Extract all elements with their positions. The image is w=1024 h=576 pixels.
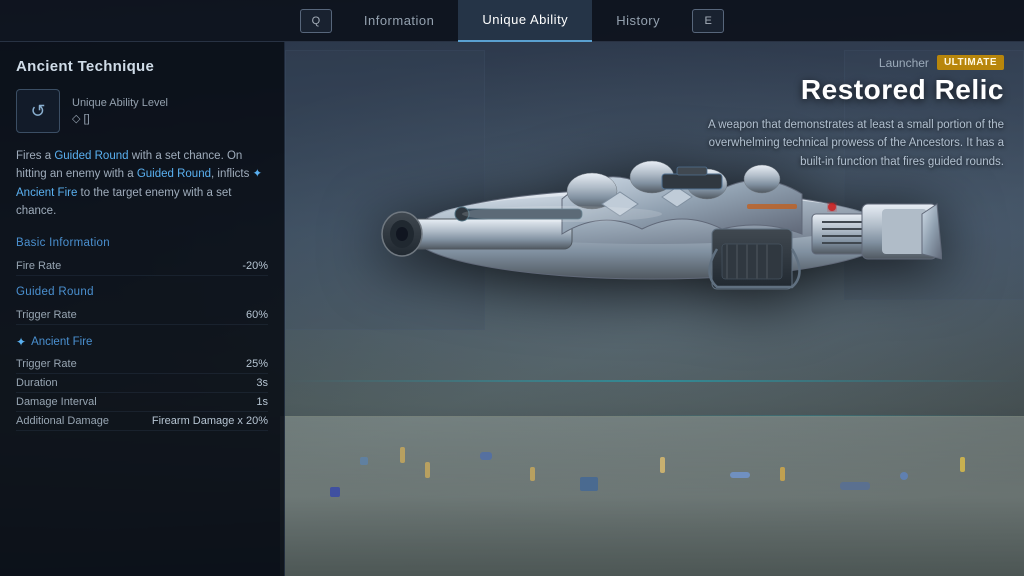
fire-rate-label: Fire Rate [16, 260, 61, 272]
debris-4 [480, 452, 492, 460]
tab-history[interactable]: History [592, 0, 684, 42]
additional-damage-value: Firearm Damage x 20% [152, 415, 268, 427]
trigger-rate-1-value: 60% [246, 309, 268, 321]
ultimate-badge: Ultimate [937, 55, 1004, 70]
key-e[interactable]: E [692, 9, 724, 33]
damage-interval-label: Damage Interval [16, 396, 97, 408]
key-q[interactable]: Q [300, 9, 332, 33]
right-info-panel: Launcher Ultimate Restored Relic A weapo… [694, 55, 1004, 171]
ability-level-info: Unique Ability Level ◇ [] [72, 97, 168, 125]
ability-symbol: ↺ [30, 101, 45, 122]
debris-6 [580, 477, 598, 491]
fire-icon: ✦ [16, 335, 26, 349]
ability-level-value: ◇ [] [72, 112, 168, 125]
stat-additional-damage: Additional Damage Firearm Damage x 20% [16, 412, 268, 431]
duration-label: Duration [16, 377, 58, 389]
ability-icon: ↺ [16, 89, 60, 133]
debris-3 [425, 462, 430, 478]
debris-7 [660, 457, 665, 473]
tab-information[interactable]: Information [340, 0, 459, 42]
trigger-rate-1-label: Trigger Rate [16, 309, 77, 321]
desc-guided-1: Guided Round [54, 150, 128, 162]
weapon-type-row: Launcher Ultimate [694, 55, 1004, 70]
stat-duration: Duration 3s [16, 374, 268, 393]
basic-info-header: Basic Information [16, 237, 268, 249]
debris-5 [530, 467, 535, 481]
additional-damage-label: Additional Damage [16, 415, 109, 427]
debris-8 [730, 472, 750, 478]
stat-trigger-rate-2: Trigger Rate 25% [16, 355, 268, 374]
weapon-title: Restored Relic [694, 74, 1004, 106]
fire-rate-value: -20% [242, 260, 268, 272]
weapon-type-label: Launcher [879, 56, 929, 70]
trigger-rate-2-label: Trigger Rate [16, 358, 77, 370]
debris-9 [330, 487, 340, 497]
debris-12 [900, 472, 908, 480]
desc-part3: , inflicts [211, 168, 253, 180]
ability-description: Fires a Guided Round with a set chance. … [16, 147, 268, 221]
desc-part1: Fires a [16, 150, 54, 162]
left-panel: Ancient Technique ↺ Unique Ability Level… [0, 42, 285, 576]
debris-1 [360, 457, 368, 465]
duration-value: 3s [256, 377, 268, 389]
guided-round-header: Guided Round [16, 286, 268, 298]
desc-guided-2: Guided Round [137, 168, 211, 180]
weapon-description: A weapon that demonstrates at least a sm… [694, 116, 1004, 171]
ancient-fire-label: Ancient Fire [31, 336, 92, 348]
stat-fire-rate: Fire Rate -20% [16, 257, 268, 276]
debris-2 [400, 447, 405, 463]
floor-area [280, 416, 1024, 576]
debris-11 [840, 482, 870, 490]
stat-damage-interval: Damage Interval 1s [16, 393, 268, 412]
debris-10 [780, 467, 785, 481]
ancient-fire-header: ✦ Ancient Fire [16, 335, 268, 349]
debris-13 [960, 457, 965, 472]
ability-level-label: Unique Ability Level [72, 97, 168, 109]
stat-trigger-rate-1: Trigger Rate 60% [16, 306, 268, 325]
ability-level-box: ↺ Unique Ability Level ◇ [] [16, 89, 268, 133]
top-navigation: Q Information Unique Ability History E [0, 0, 1024, 42]
trigger-rate-2-value: 25% [246, 358, 268, 370]
damage-interval-value: 1s [256, 396, 268, 408]
tab-unique-ability[interactable]: Unique Ability [458, 0, 592, 42]
panel-title: Ancient Technique [16, 58, 268, 75]
